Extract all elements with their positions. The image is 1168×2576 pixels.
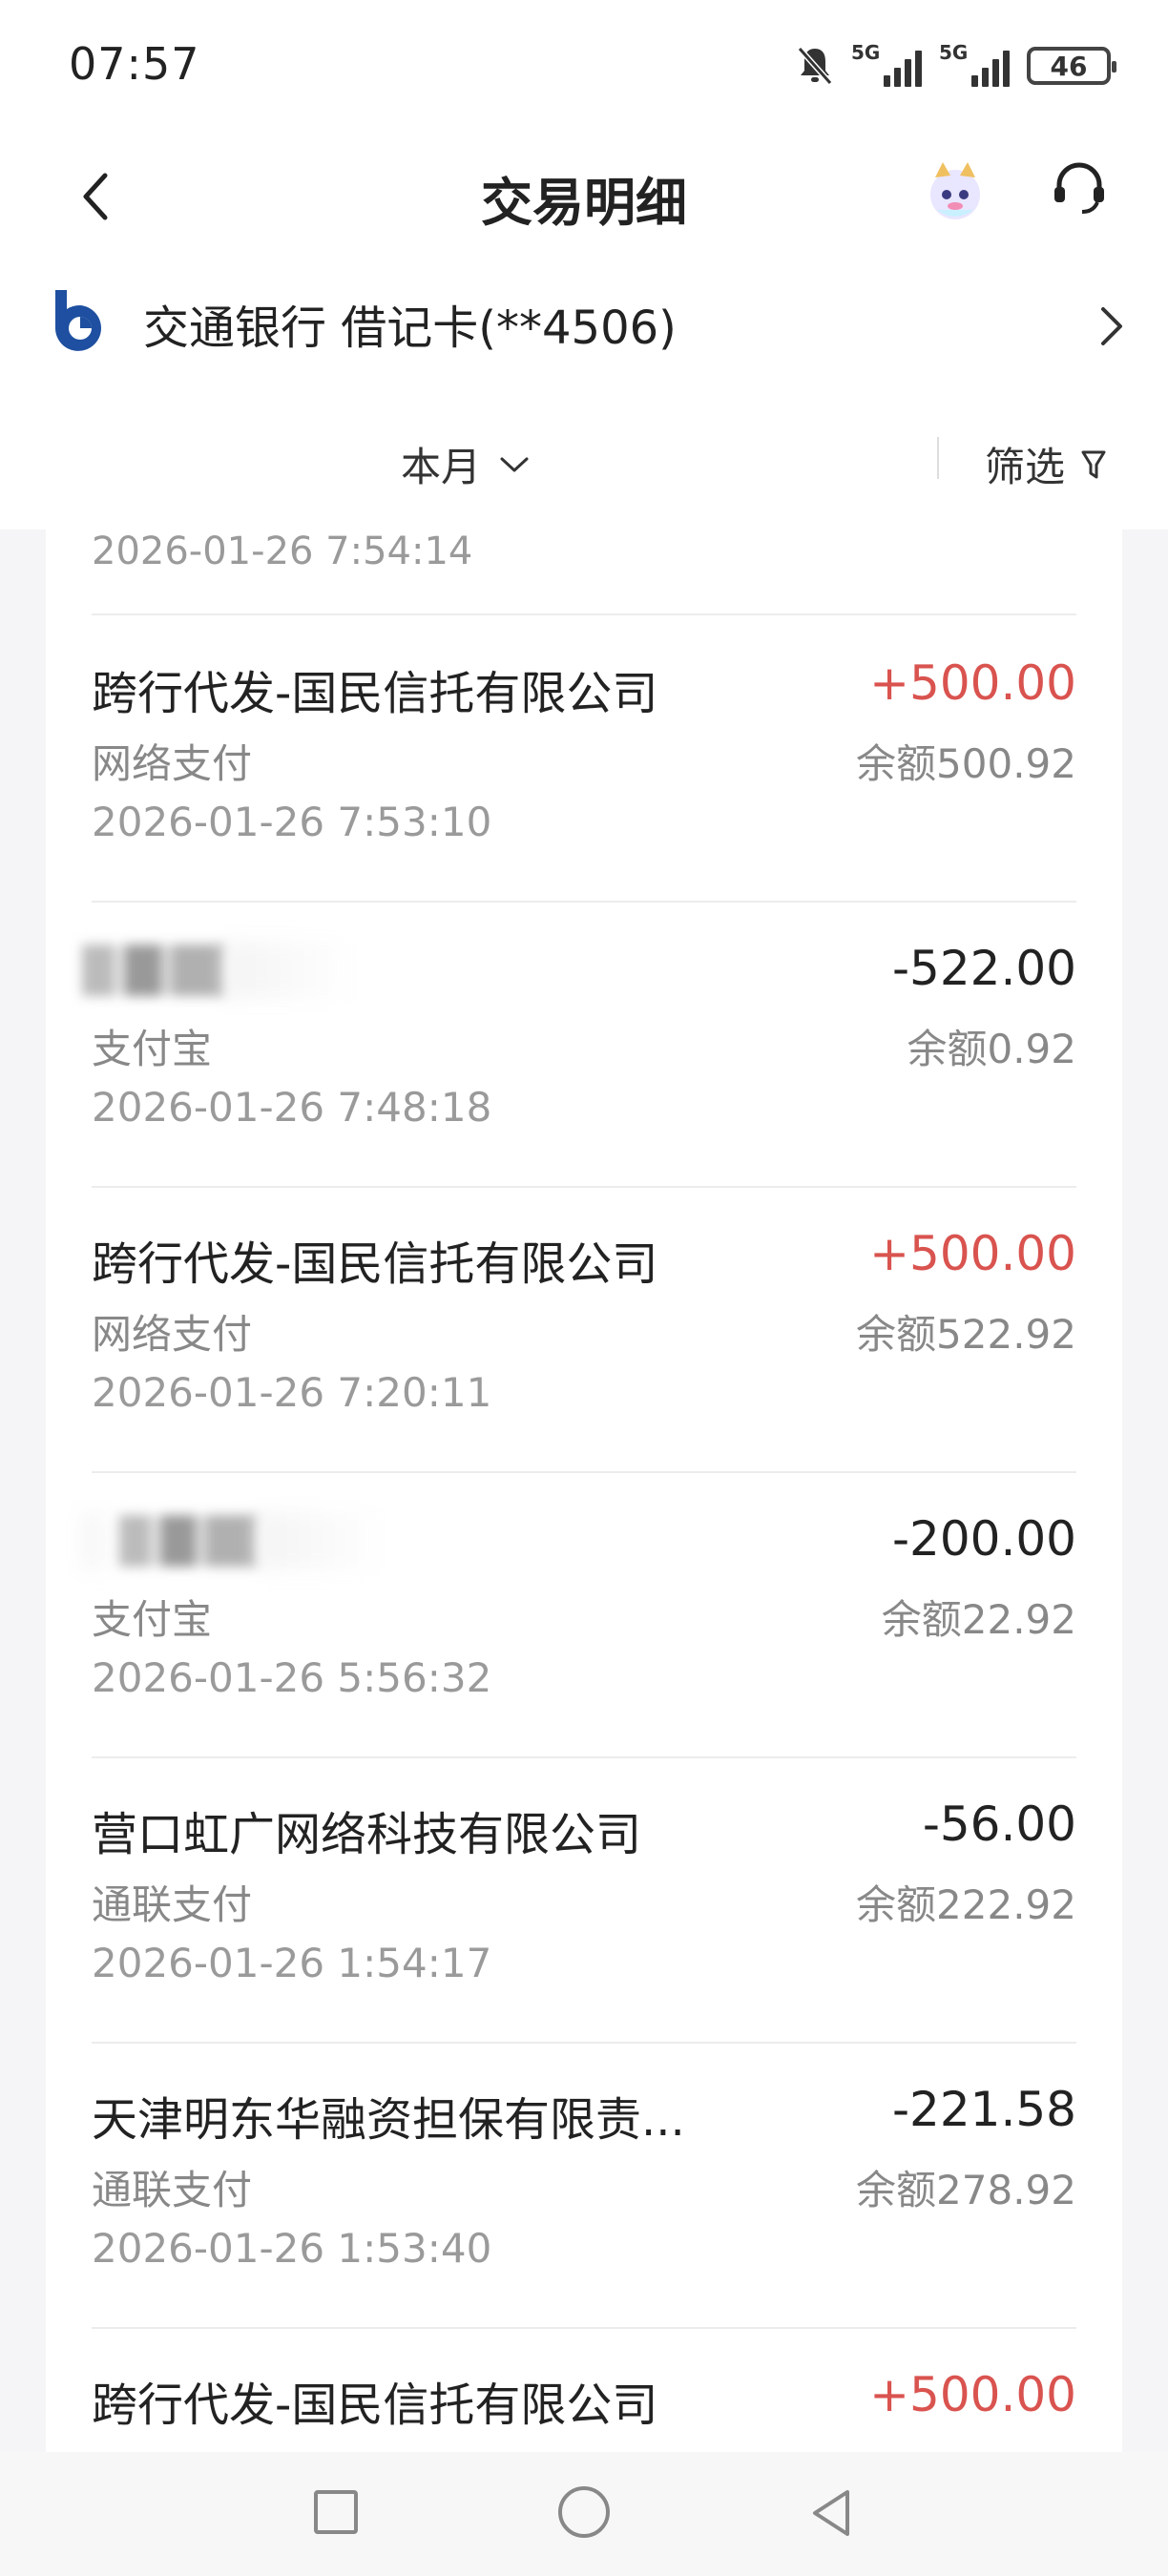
account-selector[interactable]: 交通银行 借记卡(**4506) (0, 277, 1168, 368)
transaction-item[interactable]: 跨行代发-国民信托有限公司 +500.00 网络支付 余额500.92 2026… (92, 617, 1076, 903)
transaction-amount: -221.58 (892, 2082, 1076, 2137)
transaction-name: 跨行代发-国民信托有限公司 (92, 667, 658, 720)
transaction-method: 网络支付 (92, 740, 253, 787)
bank-logo-icon (55, 290, 101, 351)
transaction-list: 2026-01-26 7:54:14 跨行代发-国民信托有限公司 +500.00… (46, 530, 1122, 2452)
filter-funnel-icon (1081, 450, 1106, 478)
transaction-name: 营口虹广网络科技有限公司 (92, 1808, 642, 1861)
recent-apps-icon[interactable] (314, 2490, 358, 2534)
transaction-item-partial[interactable]: 2026-01-26 7:54:14 (92, 530, 1076, 615)
transaction-time: 2026-01-26 7:54:14 (92, 530, 473, 573)
transaction-balance: 余额222.92 (856, 1881, 1076, 1928)
transaction-item[interactable]: 营口虹广网络科技有限公司 -56.00 通联支付 余额222.92 2026-0… (92, 1758, 1076, 2044)
transaction-balance: 余额500.92 (856, 740, 1076, 787)
transaction-amount: +500.00 (869, 655, 1076, 711)
month-label: 本月 (401, 444, 482, 490)
transaction-name: 跨行代发-国民信托有限公司 (92, 2379, 658, 2432)
mascot-icon[interactable] (924, 156, 987, 223)
transaction-amount: -200.00 (892, 1511, 1076, 1567)
redacted-name (82, 1507, 387, 1574)
signal-1-icon: 5G (851, 41, 922, 87)
redacted-name (82, 937, 387, 1004)
transaction-amount: -522.00 (892, 941, 1076, 996)
transaction-balance: 余额278.92 (856, 2167, 1076, 2213)
customer-service-icon[interactable] (1050, 158, 1109, 218)
status-bar: 07:57 5G 5G 46 (0, 0, 1168, 134)
transaction-time: 2026-01-26 1:54:17 (92, 1940, 492, 1986)
transaction-method: 通联支付 (92, 1881, 253, 1928)
transaction-time: 2026-01-26 7:48:18 (92, 1084, 492, 1131)
header: 交易明细 交通银行 借记卡(**4506) (0, 134, 1168, 372)
transaction-item[interactable]: -522.00 支付宝 余额0.92 2026-01-26 7:48:18 (82, 903, 1076, 1188)
signal-2-icon: 5G (939, 41, 1010, 87)
transaction-balance: 余额522.92 (856, 1311, 1076, 1358)
nav-back-icon[interactable] (807, 2486, 855, 2540)
transaction-item[interactable]: 天津明东华融资担保有限责... -221.58 通联支付 余额278.92 20… (92, 2044, 1076, 2329)
filter-button[interactable]: 筛选 (985, 435, 1107, 493)
transaction-method: 支付宝 (92, 1596, 213, 1643)
transaction-time: 2026-01-26 7:53:10 (92, 799, 492, 845)
transaction-item[interactable]: 跨行代发-国民信托有限公司 +500.00 网络支付 余额522.92 2026… (92, 1188, 1076, 1473)
transaction-balance: 余额0.92 (907, 1026, 1076, 1072)
page-title: 交易明细 (481, 173, 687, 233)
transaction-name: 天津明东华融资担保有限责... (92, 2093, 685, 2147)
filter-bar: 本月 筛选 (0, 372, 1168, 530)
chevron-down-icon (500, 457, 529, 471)
transaction-item[interactable]: -200.00 支付宝 余额22.92 2026-01-26 5:56:32 (82, 1473, 1076, 1758)
transaction-time: 2026-01-26 7:20:11 (92, 1369, 492, 1416)
transaction-amount: +500.00 (869, 2367, 1076, 2422)
transaction-item[interactable]: 跨行代发-国民信托有限公司 +500.00 (92, 2329, 1076, 2452)
system-nav-bar (0, 2452, 1168, 2576)
status-time: 07:57 (69, 38, 200, 90)
status-icons: 5G 5G 46 (796, 41, 1116, 90)
transaction-method: 通联支付 (92, 2167, 253, 2213)
transaction-name: 跨行代发-国民信托有限公司 (92, 1237, 658, 1291)
transaction-method: 支付宝 (92, 1026, 213, 1072)
transaction-method: 网络支付 (92, 1311, 253, 1358)
home-icon[interactable] (558, 2486, 610, 2538)
transaction-amount: +500.00 (869, 1226, 1076, 1281)
month-dropdown[interactable]: 本月 (401, 435, 531, 493)
filter-divider (937, 437, 939, 479)
transaction-time: 2026-01-26 5:56:32 (92, 1654, 492, 1701)
transaction-balance: 余额22.92 (881, 1596, 1076, 1643)
transaction-amount: -56.00 (922, 1797, 1076, 1852)
transaction-time: 2026-01-26 1:53:40 (92, 2225, 492, 2272)
bank-account-label: 交通银行 借记卡(**4506) (143, 301, 677, 355)
chevron-right-icon (1101, 307, 1122, 345)
battery-icon: 46 (1027, 47, 1116, 85)
filter-label: 筛选 (985, 444, 1066, 490)
mute-bell-icon (797, 47, 833, 85)
